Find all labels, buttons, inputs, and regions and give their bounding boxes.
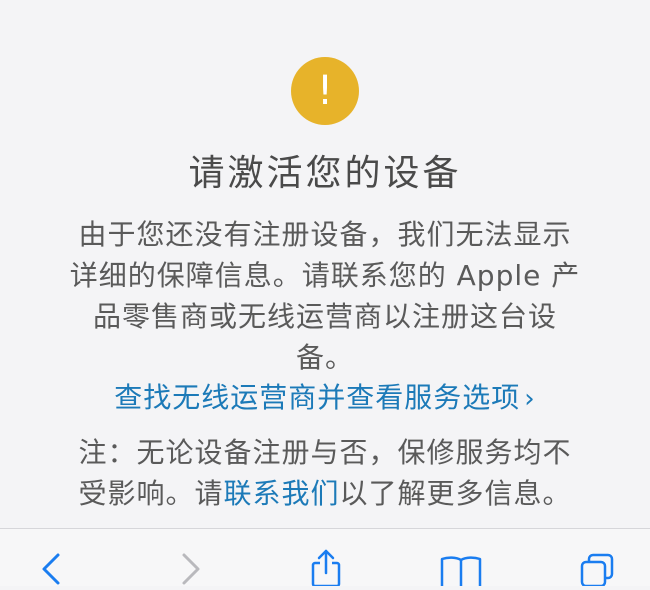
forward-icon[interactable] [180, 551, 204, 586]
warranty-note: 注：无论设备注册与否，保修服务均不 受影响。请联系我们以了解更多信息。 [45, 432, 605, 514]
tabs-icon[interactable] [580, 553, 614, 588]
message-line: 备。 [295, 341, 354, 374]
page-content: ! 请激活您的设备 由于您还没有注册设备，我们无法显示 详细的保障信息。请联系您… [0, 0, 650, 530]
page-title: 请激活您的设备 [188, 153, 462, 194]
note-suffix: 以了解更多信息。 [339, 477, 572, 510]
message-line: 品零售商或无线运营商以注册这台设 [92, 300, 557, 333]
message-line: 详细的保障信息。请联系您的 Apple 产 [69, 259, 581, 292]
note-prefix: 受影响。请 [78, 477, 224, 510]
browser-toolbar [0, 528, 650, 586]
find-carrier-link-label[interactable]: 查找无线运营商并查看服务选项 [114, 381, 520, 414]
exclamation-glyph: ! [316, 68, 334, 114]
chevron-right-icon: › [524, 384, 536, 414]
note-line: 注：无论设备注册与否，保修服务均不 [78, 436, 572, 469]
exclamation-icon: ! [291, 57, 359, 125]
message-line: 由于您还没有注册设备，我们无法显示 [78, 218, 572, 251]
share-icon[interactable] [310, 549, 342, 586]
back-icon[interactable] [38, 551, 62, 586]
activation-message: 由于您还没有注册设备，我们无法显示 详细的保障信息。请联系您的 Apple 产 … [45, 214, 605, 378]
note-line: 受影响。请联系我们以了解更多信息。 [45, 473, 605, 514]
find-carrier-link[interactable]: 查找无线运营商并查看服务选项 › [0, 378, 650, 419]
contact-us-link[interactable]: 联系我们 [223, 477, 339, 510]
